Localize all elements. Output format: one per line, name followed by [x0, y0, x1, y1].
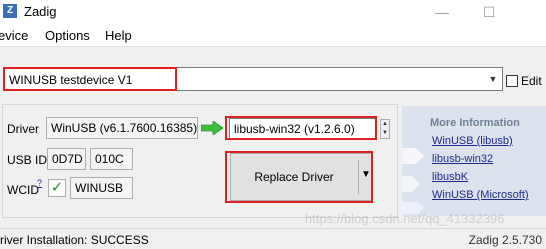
version-label: Zadig 2.5.730: [468, 233, 542, 247]
status-bar: river Installation: SUCCESS Zadig 2.5.73…: [0, 228, 546, 249]
menu-options[interactable]: Options: [45, 28, 90, 43]
zadig-app-icon: Z: [3, 4, 17, 18]
usb-id-label: USB ID: [7, 153, 48, 167]
driver-label: Driver: [7, 122, 39, 136]
highlight-replace-annotation: [225, 151, 373, 203]
menu-bar: evice Options Help: [0, 24, 546, 46]
link-libusb-win32[interactable]: libusb-win32: [432, 153, 493, 165]
link-winusb-libusb[interactable]: WinUSB (libusb): [432, 135, 513, 147]
usb-plug-decoration-icon: [402, 148, 424, 214]
edit-checkbox[interactable]: [506, 75, 518, 87]
usb-vid-field: 0D7D: [47, 148, 86, 170]
highlight-device-annotation: [3, 67, 177, 91]
chevron-down-icon[interactable]: ▼: [486, 71, 500, 87]
wcid-help-link[interactable]: ?: [37, 178, 42, 188]
usb-pid-field: 010C: [90, 148, 133, 170]
link-libusbk[interactable]: libusbK: [432, 171, 468, 183]
menu-device[interactable]: evice: [0, 28, 28, 43]
maximize-button[interactable]: ☐: [474, 2, 504, 22]
status-message: river Installation: SUCCESS: [0, 233, 149, 247]
watermark-text: https://blog.csdn.net/qq_41332396: [305, 211, 505, 226]
wcid-check-icon: ✓: [48, 179, 66, 197]
link-winusb-microsoft[interactable]: WinUSB (Microsoft): [432, 189, 529, 201]
window-title: Zadig: [24, 4, 57, 19]
menu-help[interactable]: Help: [105, 28, 132, 43]
wcid-field: WINUSB: [70, 177, 133, 199]
current-driver-field: WinUSB (v6.1.7600.16385): [46, 117, 198, 139]
minimize-button[interactable]: —: [427, 2, 457, 22]
highlight-target-driver-annotation: [225, 116, 377, 140]
edit-label: Edit: [521, 74, 542, 88]
spin-down-icon[interactable]: ▼: [381, 129, 389, 138]
wcid-label: WCID: [7, 183, 39, 197]
spin-up-icon[interactable]: ▲: [381, 120, 389, 129]
title-bar: Z Zadig — ☐: [0, 0, 546, 24]
driver-spinner[interactable]: ▲ ▼: [380, 119, 390, 139]
arrow-right-icon: [201, 121, 223, 135]
more-info-title: More Information: [430, 117, 520, 129]
more-info-panel: More Information WinUSB (libusb) libusb-…: [402, 106, 546, 216]
